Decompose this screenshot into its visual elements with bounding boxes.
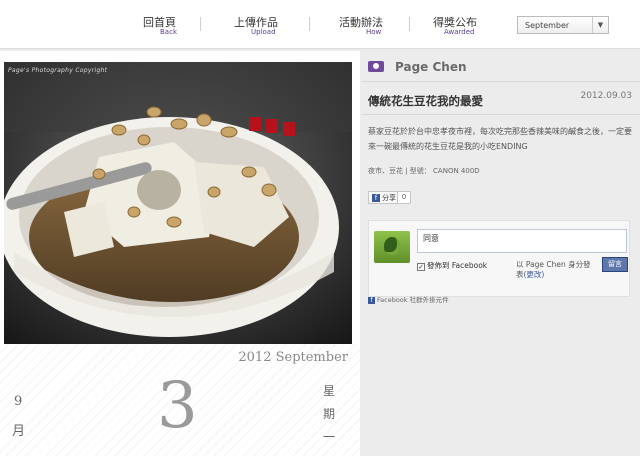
month-number: 9 <box>14 394 23 409</box>
weekday-char: 一 <box>322 430 335 444</box>
photo-card: Page's Photography Copyright 2012 Septem… <box>0 51 360 456</box>
nav-how[interactable]: 活動辦法 How <box>339 14 389 40</box>
douhua-bowl-image <box>4 62 352 344</box>
facebook-plugin-label: f Facebook 社群外掛元件 <box>368 294 449 304</box>
nav-how-sublabel: How <box>366 28 382 36</box>
post-date: 2012.09.03 <box>580 91 632 101</box>
chevron-down-icon: ▼ <box>592 17 608 33</box>
camera-icon <box>368 61 384 72</box>
post-panel: Page Chen 傳統花生豆花我的最愛 2012.09.03 蔡家豆花於於台中… <box>362 51 640 405</box>
nav-upload[interactable]: 上傳作品 Upload <box>234 14 284 40</box>
nav-back-sublabel: Back <box>160 28 177 36</box>
nav-back[interactable]: 回首頁 Back <box>143 14 183 40</box>
nav-awarded[interactable]: 得獎公布 Awarded <box>433 14 483 40</box>
facebook-icon: f <box>372 194 380 202</box>
nav-divider <box>200 17 201 31</box>
post-title: 傳統花生豆花我的最愛 <box>368 94 483 108</box>
change-user-link[interactable]: (更改) <box>524 270 545 279</box>
facebook-share-button[interactable]: f 分享 <box>368 191 400 204</box>
top-navigation-bar: 回首頁 Back 上傳作品 Upload 活動辦法 How 得獎公布 Award… <box>0 0 640 49</box>
divider <box>362 81 640 82</box>
avatar <box>374 231 410 263</box>
post-body: 蔡家豆花於於台中忠孝夜市裡，每次吃完那些香辣美味的鹹食之後，一定要來一碗最傳統的… <box>368 127 632 151</box>
nav-divider <box>309 17 310 31</box>
weekday-char: 星 <box>322 384 335 398</box>
nav-upload-sublabel: Upload <box>251 28 276 36</box>
plugin-label-text: Facebook 社群外掛元件 <box>377 296 449 304</box>
month-unit: 月 <box>12 424 26 439</box>
share-label: 分享 <box>382 194 396 202</box>
date-panel: 2012 September 9 月 3 星 期 一 <box>0 344 360 456</box>
weekday: 星 期 一 <box>322 380 336 449</box>
facebook-icon: f <box>368 297 375 304</box>
share-count: 0 <box>397 191 411 204</box>
nav-divider <box>409 17 410 31</box>
weekday-char: 期 <box>322 407 335 421</box>
post-comment-button[interactable]: 留言 <box>602 257 628 272</box>
day-number: 3 <box>157 369 198 443</box>
comment-input[interactable]: 同意 <box>417 229 627 253</box>
post-to-facebook-checkbox[interactable]: ✓ 發佈到 Facebook <box>417 260 487 271</box>
author-name[interactable]: Page Chen <box>395 60 467 74</box>
month-select[interactable]: September ▼ <box>517 16 609 34</box>
year-month: 2012 September <box>238 350 348 365</box>
photo-watermark: Page's Photography Copyright <box>8 67 108 74</box>
posting-as: 以 Page Chen 身分發表(更改) <box>516 260 596 280</box>
nav-awarded-sublabel: Awarded <box>444 28 475 36</box>
photo-douhua[interactable]: Page's Photography Copyright <box>4 62 352 344</box>
checkbox-label: 發佈到 Facebook <box>427 261 488 270</box>
checkbox-checked-icon: ✓ <box>417 263 425 271</box>
month-select-value: September <box>525 21 570 30</box>
comment-box: 同意 ✓ 發佈到 Facebook 以 Page Chen 身分發表(更改) 留言 <box>368 220 630 297</box>
post-tags: 夜市、豆花 | 型號： CANON 400D <box>368 167 480 175</box>
divider <box>362 114 640 115</box>
